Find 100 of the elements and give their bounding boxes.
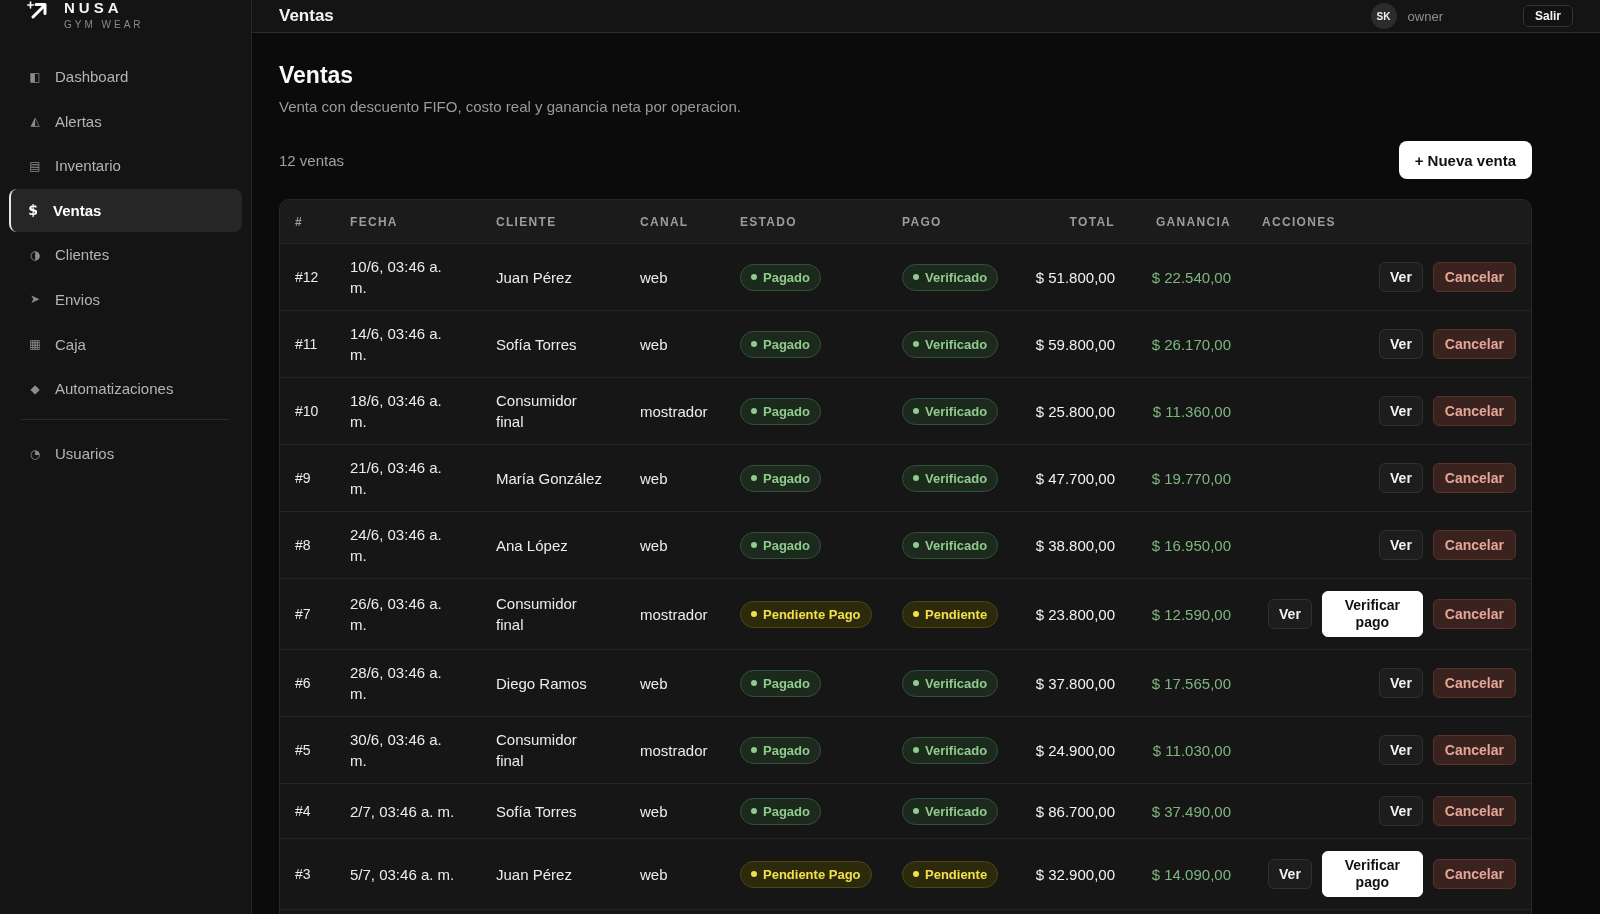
status-label: Verificado (925, 537, 988, 553)
nav-item[interactable]: ➤ Envios (9, 277, 242, 321)
table-cell-text: #10 (295, 401, 320, 421)
column-header: CLIENTE (496, 214, 558, 229)
table-cell-text: #4 (295, 801, 312, 821)
table-cell-text: Sofía Torres (496, 334, 578, 355)
view-button[interactable]: Ver (1268, 599, 1312, 629)
cancel-button[interactable]: Cancelar (1432, 530, 1516, 560)
dot-icon (913, 475, 919, 481)
table-cell-text: $ 25.800,00 (1034, 401, 1115, 422)
view-button[interactable]: Ver (1379, 796, 1423, 826)
table-cell-text: 10/6, 03:46 a. m. (350, 257, 443, 298)
table-cell-text: 14/6, 03:46 a. m. (350, 324, 443, 365)
column-header: TOTAL (1068, 214, 1115, 229)
nav-item[interactable]: ◑ Clientes (9, 233, 242, 277)
nav-item[interactable]: ▦ Caja (9, 322, 242, 366)
nav-item[interactable]: ◔ Usuarios (9, 432, 242, 476)
avatar: SK (1370, 3, 1397, 29)
view-button[interactable]: Ver (1379, 463, 1423, 493)
striped-square-icon: ▤ (27, 157, 43, 174)
logo-icon (27, 1, 47, 19)
status-label: Pagado (763, 403, 810, 419)
cancel-button[interactable]: Cancelar (1432, 796, 1516, 826)
table-cell-text: $ 17.565,00 (1150, 673, 1231, 694)
table-cell-text: 28/6, 03:46 a. m. (350, 663, 443, 704)
table-cell-text: $ 38.800,00 (1034, 535, 1115, 556)
status-label: Verificado (925, 803, 988, 819)
table-cell-text: #11 (295, 334, 319, 354)
status-label: Pagado (763, 269, 810, 285)
cancel-button[interactable]: Cancelar (1432, 668, 1516, 698)
view-button[interactable]: Ver (1379, 735, 1423, 765)
view-button[interactable]: Ver (1379, 329, 1423, 359)
table-cell-text: $ 47.700,00 (1034, 468, 1115, 489)
table-cell-text: $ 23.800,00 (1034, 604, 1115, 625)
verify-payment-button[interactable]: Verificar pago (1321, 851, 1423, 897)
table-cell-text: Juan Pérez (496, 267, 573, 288)
table-cell-text: #7 (295, 604, 312, 624)
dot-icon (751, 680, 757, 686)
table-cell-text: #3 (295, 864, 312, 884)
table-cell-text: 26/6, 03:46 a. m. (350, 594, 443, 635)
table-cell-text: Consumidor final (496, 730, 578, 771)
table-cell-text: 21/6, 03:46 a. m. (350, 458, 443, 499)
view-button[interactable]: Ver (1379, 262, 1423, 292)
nav-item[interactable]: ▤ Inventario (9, 144, 242, 188)
table-cell-text: $ 51.800,00 (1034, 267, 1115, 288)
cancel-button[interactable]: Cancelar (1432, 599, 1516, 629)
nav-item[interactable]: $ Ventas (9, 188, 242, 232)
status-label: Pagado (763, 675, 810, 691)
view-button[interactable]: Ver (1379, 396, 1423, 426)
table-cell-text: web (640, 468, 669, 489)
cancel-button[interactable]: Cancelar (1432, 463, 1516, 493)
table-cell-text: mostrador (640, 401, 709, 422)
table-cell-text: Sofía Torres (496, 801, 578, 822)
table-cell-text: #9 (295, 468, 312, 488)
nav-item[interactable]: ◭ Alertas (9, 99, 242, 143)
dot-icon (913, 808, 919, 814)
dollar-icon: $ (25, 202, 41, 219)
cancel-button[interactable]: Cancelar (1432, 262, 1516, 292)
logout-button[interactable]: Salir (1523, 5, 1573, 27)
table-cell-text: #8 (295, 535, 312, 555)
cancel-button[interactable]: Cancelar (1432, 329, 1516, 359)
column-header: ESTADO (740, 214, 798, 229)
status-label: Pagado (763, 803, 810, 819)
triangle-icon: ◭ (27, 113, 43, 130)
dot-icon (913, 408, 919, 414)
dot-icon (751, 274, 757, 280)
verify-payment-button[interactable]: Verificar pago (1321, 591, 1423, 637)
dot-icon (913, 274, 919, 280)
nav-item[interactable]: ◆ Automatizaciones (9, 367, 242, 411)
status-label: Pendiente (925, 866, 988, 882)
user-role: owner (1407, 8, 1443, 24)
dot-icon (913, 341, 919, 347)
dot-icon (913, 680, 919, 686)
table-cell-text: 5/7, 03:46 a. m. (350, 864, 456, 885)
table-cell-text: web (640, 334, 669, 355)
cancel-button[interactable]: Cancelar (1432, 396, 1516, 426)
cancel-button[interactable]: Cancelar (1432, 735, 1516, 765)
view-button[interactable]: Ver (1268, 859, 1312, 889)
status-label: Pagado (763, 537, 810, 553)
page-title: Ventas (279, 61, 355, 89)
view-button[interactable]: Ver (1379, 668, 1423, 698)
status-label: Pagado (763, 470, 810, 486)
dot-icon (913, 611, 919, 617)
table-cell-text: $ 19.770,00 (1150, 468, 1231, 489)
view-button[interactable]: Ver (1379, 530, 1423, 560)
cancel-button[interactable]: Cancelar (1432, 859, 1516, 889)
dot-icon (751, 475, 757, 481)
dot-icon (751, 808, 757, 814)
status-label: Verificado (925, 403, 988, 419)
status-label: Pagado (763, 336, 810, 352)
table-cell-text: #5 (295, 740, 312, 760)
new-sale-button[interactable]: + Nueva venta (1398, 141, 1532, 179)
pie-icon: ◔ (27, 445, 43, 462)
table-cell-text: $ 22.540,00 (1150, 267, 1231, 288)
table-cell-text: #12 (295, 267, 320, 287)
status-label: Pendiente Pago (763, 866, 861, 882)
nav-item[interactable]: ◧ Dashboard (9, 55, 242, 98)
table-cell-text: María González (496, 468, 603, 489)
status-label: Verificado (925, 269, 988, 285)
status-label: Verificado (925, 470, 988, 486)
